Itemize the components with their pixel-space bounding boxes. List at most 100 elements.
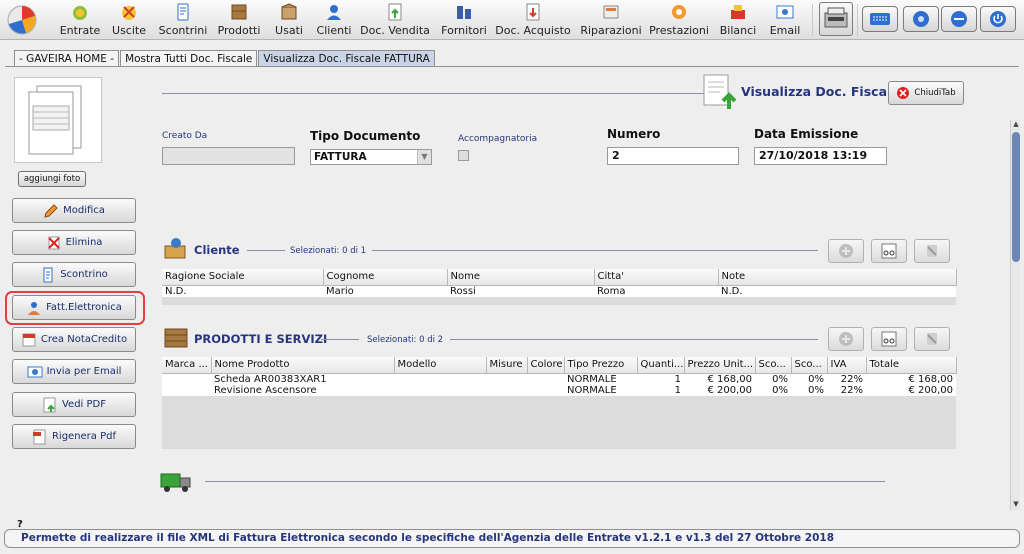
created-by-field[interactable] [162,147,295,165]
products-section-icon [164,328,188,348]
created-by-label: Creato Da [162,131,208,141]
power-button[interactable] [980,6,1016,32]
products-section-title: PRODOTTI E SERVIZI [194,332,328,346]
table-cell [486,384,527,396]
table-cell: € 200,00 [684,384,755,396]
balance-icon [731,5,745,19]
table-cell: Mario [323,285,447,297]
table-cell: 0% [755,373,791,385]
column-header[interactable]: Misure [486,357,528,374]
table-row[interactable]: Scheda AR00383XAR1 NORMALE 1 € 168,00 0%… [162,373,956,385]
toolbar-label: Prodotti [217,24,261,37]
table-cell: Roma [594,285,718,297]
receipt-button[interactable]: Scontrino [12,262,136,287]
toolbar-bilanci[interactable]: Bilanci [720,1,756,39]
document-type-select[interactable]: FATTURA ▼ [310,149,432,165]
table-row[interactable]: Revisione Ascensore NORMALE 1 € 200,00 0… [162,384,956,396]
settings-button[interactable] [903,6,939,32]
product-remove-button[interactable] [914,327,950,351]
column-header[interactable]: Quanti... [637,357,685,374]
client-section-icon [164,238,186,259]
send-email-button[interactable]: Invia per Email [12,359,136,384]
table-row[interactable]: N.D. Mario Rossi Roma N.D. [162,285,956,297]
table-cell [527,373,564,385]
toolbar-label: Doc. Acquisto [495,24,571,37]
table-cell [162,373,211,385]
regenerate-pdf-button[interactable]: Rigenera Pdf [12,424,136,449]
client-remove-button[interactable] [914,239,950,263]
keyboard-button[interactable] [862,6,898,32]
number-field[interactable]: 2 [607,147,739,165]
column-header[interactable]: Prezzo Unit... [684,357,756,374]
view-pdf-button[interactable]: Vedi PDF [12,392,136,417]
repair-icon [603,5,619,19]
fiscal-document-icon [703,74,737,109]
accompanying-checkbox[interactable] [458,150,469,161]
toolbar-fornitori[interactable]: Fornitori [441,1,487,39]
view-pdf-label: Vedi PDF [61,399,106,410]
fiscal-printer-button[interactable] [819,2,853,36]
section-divider [321,339,359,340]
client-add-button[interactable] [828,239,864,263]
minimize-button[interactable] [941,6,977,32]
column-header[interactable]: Colore [527,357,565,374]
client-view-button[interactable] [871,239,907,263]
edit-button[interactable]: Modifica [12,198,136,223]
pdf-view-icon [43,397,56,412]
add-photo-button[interactable]: aggiungi foto [18,171,86,187]
main-toolbar: Entrate Uscite Scontrini Prodotti Usati … [0,0,1024,40]
product-view-button[interactable] [871,327,907,351]
column-header[interactable]: Cognome [323,269,448,286]
view-document-icon [881,243,897,259]
close-tab-button[interactable]: ChiudiTab [888,81,964,105]
scroll-down-icon[interactable]: ▼ [1011,500,1021,510]
toolbar-prodotti[interactable]: Prodotti [218,1,260,39]
column-header[interactable]: Tipo Prezzo [564,357,638,374]
table-cell: 22% [827,384,866,396]
column-header[interactable]: Ragione Sociale [162,269,324,286]
toolbar-separator [857,4,858,36]
column-header[interactable]: IVA [827,357,867,374]
section-divider [247,250,285,251]
toolbar-entrate[interactable]: Entrate [60,1,100,39]
column-header[interactable]: Nome [447,269,595,286]
column-header[interactable]: Marca ... [162,357,212,374]
column-header[interactable]: Note [718,269,957,286]
toolbar-clienti[interactable]: Clienti [317,1,351,39]
column-header[interactable]: Sco... [791,357,828,374]
shipping-truck-icon [160,473,191,492]
table-cell: N.D. [718,285,956,297]
toolbar-riparazioni[interactable]: Riparazioni [580,1,642,39]
toolbar-usati[interactable]: Usati [274,1,304,39]
edit-icon [44,203,58,218]
document-photo [14,77,102,163]
tab-all-fiscal-docs[interactable]: Mostra Tutti Doc. Fiscale [120,50,258,67]
email-icon [27,366,43,377]
table-cell: € 200,00 [866,384,956,396]
credit-note-button[interactable]: Crea NotaCredito [12,327,136,352]
issue-date-field[interactable]: 27/10/2018 13:19 [754,147,887,165]
tab-home[interactable]: - GAVEIRA HOME - [14,50,120,67]
toolbar-doc-acquisto[interactable]: Doc. Acquisto [495,1,571,39]
issue-date-label: Data Emissione [754,127,859,141]
tab-bar: - GAVEIRA HOME - Mostra Tutti Doc. Fisca… [14,50,436,67]
toolbar-doc-vendita[interactable]: Doc. Vendita [360,1,430,39]
vertical-scrollbar[interactable]: ▲ ▼ [1010,120,1020,510]
column-header[interactable]: Citta' [594,269,719,286]
delete-button[interactable]: Elimina [12,230,136,255]
column-header[interactable]: Modello [394,357,487,374]
toolbar-prestazioni[interactable]: Prestazioni [649,1,709,39]
tab-divider [5,66,1019,67]
product-add-button[interactable] [828,327,864,351]
scrollbar-thumb[interactable] [1012,132,1020,262]
toolbar-email[interactable]: Email [770,1,800,39]
column-header[interactable]: Sco... [755,357,792,374]
column-header[interactable]: Totale [866,357,957,374]
tab-view-invoice[interactable]: Visualizza Doc. Fiscale FATTURA [258,50,435,67]
scroll-up-icon[interactable]: ▲ [1011,120,1021,130]
delete-icon [47,236,60,249]
column-header[interactable]: Nome Prodotto [211,357,395,374]
receipt-label: Scontrino [60,269,108,280]
toolbar-uscite[interactable]: Uscite [111,1,147,39]
toolbar-scontrini[interactable]: Scontrini [159,1,207,39]
